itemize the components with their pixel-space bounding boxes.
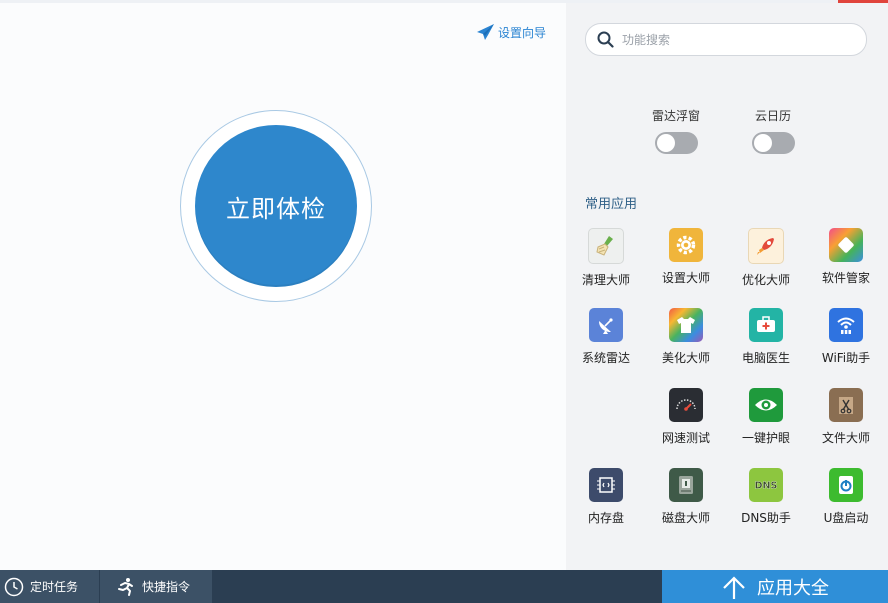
function-search-input[interactable] <box>620 31 844 48</box>
gear-icon <box>669 228 703 262</box>
app-label: 文件大师 <box>821 431 870 445</box>
right-sidebar: 雷达浮窗 云日历 常用应用 清理大师 设置大师 优化大师 软件管家 <box>566 3 888 570</box>
app-label: 清理大师 <box>581 273 630 287</box>
function-search-box[interactable] <box>585 23 867 56</box>
app-beautify-master[interactable]: 美化大师 <box>646 308 726 366</box>
wifi-icon <box>829 308 863 342</box>
app-speed-test[interactable]: 网速测试 <box>646 388 726 446</box>
app-optimizer[interactable]: 优化大师 <box>726 228 806 288</box>
speedometer-icon <box>669 388 703 422</box>
all-apps-button[interactable]: 应用大全 <box>662 570 888 603</box>
setup-wizard-label: 设置向导 <box>498 25 547 40</box>
scheduled-task-label: 定时任务 <box>30 580 79 594</box>
app-settings-master[interactable]: 设置大师 <box>646 228 726 286</box>
common-apps-title: 常用应用 <box>585 197 638 212</box>
clock-icon <box>4 577 24 596</box>
all-apps-label: 应用大全 <box>757 577 829 599</box>
cloud-calendar-label: 云日历 <box>754 109 791 123</box>
disk-icon <box>669 468 703 502</box>
start-checkup-button[interactable]: 立即体检 <box>195 125 357 287</box>
radar-float-label: 雷达浮窗 <box>651 109 700 123</box>
running-man-icon <box>118 577 133 596</box>
file-scissors-icon <box>829 388 863 422</box>
scheduled-task-button[interactable]: 定时任务 <box>0 570 99 603</box>
app-cleaner[interactable]: 清理大师 <box>566 228 646 288</box>
app-eye-protection[interactable]: 一键护眼 <box>726 388 806 446</box>
app-label: 软件管家 <box>821 271 870 285</box>
app-label: 优化大师 <box>741 273 790 287</box>
search-icon <box>597 31 614 48</box>
tshirt-icon <box>669 308 703 342</box>
dns-icon: DNS <box>749 468 783 502</box>
rocket-icon <box>748 228 784 264</box>
broom-icon <box>588 228 624 264</box>
toggle-knob <box>656 134 675 152</box>
shortcut-command-label: 快捷指令 <box>142 580 191 594</box>
app-label: 内存盘 <box>587 511 624 525</box>
toggle-knob <box>753 134 772 152</box>
radar-float-toggle-group: 雷达浮窗 <box>646 107 706 154</box>
arrow-up-icon <box>723 575 745 599</box>
app-label: WiFi助手 <box>821 351 871 365</box>
software-box-icon <box>829 228 863 262</box>
main-panel: 设置向导 立即体检 <box>0 3 566 570</box>
app-label: DNS助手 <box>741 511 791 525</box>
app-wifi-assistant[interactable]: WiFi助手 <box>806 308 886 366</box>
svg-text:DNS: DNS <box>755 481 778 492</box>
app-software-manager[interactable]: 软件管家 <box>806 228 886 286</box>
app-label: 电脑医生 <box>741 351 790 365</box>
medical-kit-icon <box>749 308 783 342</box>
app-label: U盘启动 <box>823 511 869 525</box>
app-system-radar[interactable]: 系统雷达 <box>566 308 646 366</box>
app-pc-doctor[interactable]: 电脑医生 <box>726 308 806 366</box>
app-disk-master[interactable]: 磁盘大师 <box>646 468 726 526</box>
radar-dish-icon <box>589 308 623 342</box>
paper-plane-icon <box>477 24 494 40</box>
app-label: 美化大师 <box>661 351 710 365</box>
shortcut-command-button[interactable]: 快捷指令 <box>100 570 212 603</box>
app-usb-boot[interactable]: U盘启动 <box>806 468 886 526</box>
cloud-calendar-toggle-group: 云日历 <box>743 107 803 154</box>
cloud-calendar-toggle[interactable] <box>751 132 795 154</box>
app-label: 网速测试 <box>661 431 710 445</box>
app-label: 磁盘大师 <box>661 511 710 525</box>
memory-chip-icon <box>589 468 623 502</box>
app-label: 系统雷达 <box>581 351 630 365</box>
app-file-master[interactable]: 文件大师 <box>806 388 886 446</box>
radar-float-toggle[interactable] <box>654 132 698 154</box>
bottom-bar: 定时任务 快捷指令 应用大全 <box>0 570 888 603</box>
eye-icon <box>749 388 783 422</box>
setup-wizard-link[interactable]: 设置向导 <box>476 23 546 41</box>
usb-power-icon <box>829 468 863 502</box>
app-label: 一键护眼 <box>741 431 790 445</box>
app-label: 设置大师 <box>661 271 710 285</box>
app-ram-disk[interactable]: 内存盘 <box>566 468 646 526</box>
app-dns-assistant[interactable]: DNS DNS助手 <box>726 468 806 526</box>
